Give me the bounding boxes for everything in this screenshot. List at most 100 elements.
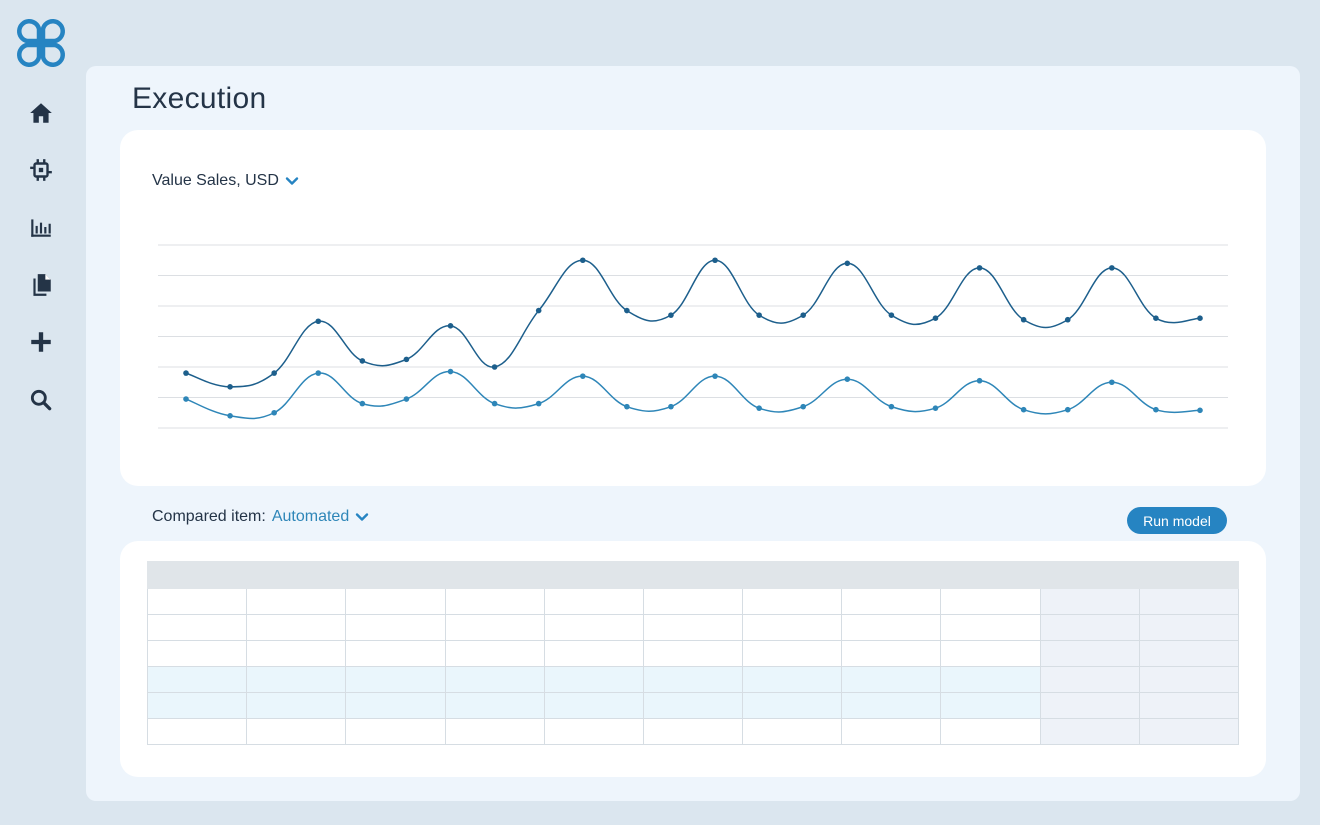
- home-icon[interactable]: [28, 100, 54, 126]
- table-cell[interactable]: [444, 640, 545, 667]
- table-header-cell: [742, 561, 843, 589]
- table-header-cell: [543, 561, 644, 589]
- run-model-button[interactable]: Run model: [1127, 507, 1227, 534]
- compared-item-control: Compared item: Automated: [152, 508, 369, 526]
- table-cell[interactable]: [345, 640, 446, 667]
- table-cell[interactable]: [246, 614, 347, 641]
- table-cell[interactable]: [246, 692, 347, 719]
- table-cell[interactable]: [940, 692, 1041, 719]
- table-cell[interactable]: [246, 718, 347, 745]
- table-cell[interactable]: [345, 692, 446, 719]
- table-cell[interactable]: [444, 692, 545, 719]
- table-cell[interactable]: [642, 718, 744, 745]
- table-cell[interactable]: [246, 588, 347, 615]
- table-cell[interactable]: [841, 692, 942, 719]
- plus-icon[interactable]: [28, 329, 54, 355]
- table-cell[interactable]: [1039, 692, 1140, 719]
- metric-dropdown[interactable]: Value Sales, USD: [152, 172, 299, 190]
- table-cell[interactable]: [543, 640, 644, 667]
- table-cell[interactable]: [444, 588, 545, 615]
- table-cell[interactable]: [642, 692, 744, 719]
- table-cell[interactable]: [543, 666, 644, 693]
- table-row: [146, 692, 1240, 719]
- table-cell[interactable]: [444, 718, 545, 745]
- metric-dropdown-label: Value Sales, USD: [152, 172, 279, 189]
- table-cell[interactable]: [940, 614, 1041, 641]
- table-row: [146, 718, 1240, 745]
- table-cell[interactable]: [543, 718, 644, 745]
- table-cell[interactable]: [444, 666, 545, 693]
- table-header-cell: [246, 561, 347, 589]
- table-cell[interactable]: [543, 614, 644, 641]
- sidebar: [0, 0, 84, 825]
- table-cell[interactable]: [642, 614, 744, 641]
- table-row: [146, 614, 1240, 641]
- table-cell[interactable]: [1138, 614, 1240, 641]
- table-cell[interactable]: [1138, 588, 1240, 615]
- table-cell[interactable]: [146, 614, 248, 641]
- chevron-down-icon[interactable]: [355, 510, 369, 524]
- table-cell[interactable]: [345, 588, 446, 615]
- table-cell[interactable]: [642, 666, 744, 693]
- table-cell[interactable]: [146, 640, 248, 667]
- table-cell[interactable]: [146, 666, 248, 693]
- table-cell[interactable]: [1039, 666, 1140, 693]
- table-header-row: [146, 561, 1240, 589]
- table-cell[interactable]: [642, 588, 744, 615]
- table-cell[interactable]: [1138, 666, 1240, 693]
- clover-logo[interactable]: [15, 17, 67, 69]
- chip-icon[interactable]: [28, 157, 54, 183]
- table-row: [146, 640, 1240, 667]
- table-cell[interactable]: [345, 718, 446, 745]
- table-cell[interactable]: [246, 640, 347, 667]
- table-cell[interactable]: [1039, 588, 1140, 615]
- table-header-cell: [345, 561, 446, 589]
- table-cell[interactable]: [543, 588, 644, 615]
- table-cell[interactable]: [841, 640, 942, 667]
- table-cell[interactable]: [146, 718, 248, 745]
- table-header-cell: [146, 561, 248, 589]
- table-cell[interactable]: [1039, 718, 1140, 745]
- table-cell[interactable]: [1039, 640, 1140, 667]
- compared-item-label: Compared item:: [152, 508, 266, 525]
- compared-item-dropdown[interactable]: Automated: [272, 508, 349, 526]
- table-cell[interactable]: [1138, 640, 1240, 667]
- table-header-cell: [1138, 561, 1240, 589]
- table-cell[interactable]: [841, 666, 942, 693]
- table-cell[interactable]: [841, 614, 942, 641]
- chevron-down-icon: [285, 177, 299, 185]
- table-cell[interactable]: [841, 718, 942, 745]
- data-table: [146, 561, 1240, 745]
- table-cell[interactable]: [742, 692, 843, 719]
- table-cell[interactable]: [940, 666, 1041, 693]
- documents-icon[interactable]: [28, 272, 54, 298]
- page-title: Execution: [132, 82, 267, 115]
- table-cell[interactable]: [146, 588, 248, 615]
- search-icon[interactable]: [28, 387, 54, 413]
- table-cell[interactable]: [940, 588, 1041, 615]
- table-cell[interactable]: [146, 692, 248, 719]
- table-cell[interactable]: [246, 666, 347, 693]
- table-cell[interactable]: [1138, 718, 1240, 745]
- table-cell[interactable]: [345, 614, 446, 641]
- table-cell[interactable]: [742, 666, 843, 693]
- bar-chart-icon[interactable]: [28, 214, 54, 240]
- table-cell[interactable]: [742, 640, 843, 667]
- table-cell[interactable]: [841, 588, 942, 615]
- table-header-cell: [940, 561, 1041, 589]
- table-cell[interactable]: [742, 614, 843, 641]
- table-cell[interactable]: [345, 666, 446, 693]
- table-cell[interactable]: [642, 640, 744, 667]
- table-header-cell: [444, 561, 545, 589]
- table-cell[interactable]: [444, 614, 545, 641]
- table-cell[interactable]: [742, 588, 843, 615]
- table-row: [146, 666, 1240, 693]
- table-cell[interactable]: [1138, 692, 1240, 719]
- table-cell[interactable]: [543, 692, 644, 719]
- table-header-cell: [1039, 561, 1140, 589]
- table-cell[interactable]: [940, 718, 1041, 745]
- table-row: [146, 588, 1240, 615]
- table-cell[interactable]: [742, 718, 843, 745]
- table-cell[interactable]: [940, 640, 1041, 667]
- table-cell[interactable]: [1039, 614, 1140, 641]
